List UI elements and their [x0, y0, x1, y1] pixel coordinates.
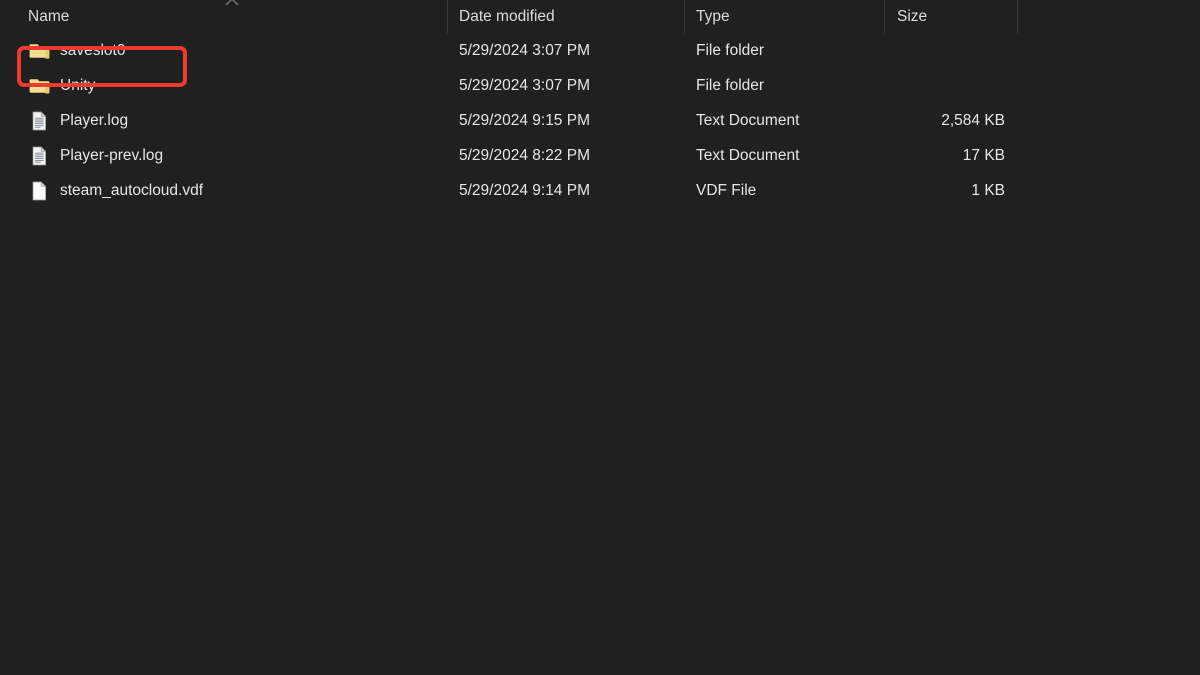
- file-explorer-list-view: Name Date modified Type Size saveslot0 5: [0, 0, 1200, 675]
- file-name[interactable]: saveslot0: [60, 33, 125, 68]
- table-row[interactable]: Player.log 5/29/2024 9:15 PM Text Docume…: [0, 103, 1200, 138]
- file-size: 2,584 KB: [941, 103, 1005, 138]
- text-document-icon: [29, 111, 50, 131]
- file-name[interactable]: Unity: [60, 68, 95, 103]
- file-list: saveslot0 5/29/2024 3:07 PM File folder …: [0, 33, 1200, 208]
- file-name[interactable]: Player-prev.log: [60, 138, 163, 173]
- folder-icon: [29, 41, 50, 61]
- file-type: File folder: [696, 68, 764, 103]
- column-divider[interactable]: [447, 0, 448, 33]
- file-type: Text Document: [696, 103, 799, 138]
- file-size: 1 KB: [971, 173, 1005, 208]
- column-divider[interactable]: [884, 0, 885, 33]
- folder-icon: [29, 76, 50, 96]
- file-type: VDF File: [696, 173, 756, 208]
- text-document-icon: [29, 146, 50, 166]
- column-divider[interactable]: [1017, 0, 1018, 33]
- file-name[interactable]: steam_autocloud.vdf: [60, 173, 203, 208]
- file-date-modified: 5/29/2024 9:15 PM: [459, 103, 590, 138]
- column-header-type[interactable]: Type: [696, 0, 730, 33]
- column-divider[interactable]: [684, 0, 685, 33]
- table-row[interactable]: saveslot0 5/29/2024 3:07 PM File folder: [0, 33, 1200, 68]
- file-date-modified: 5/29/2024 8:22 PM: [459, 138, 590, 173]
- file-date-modified: 5/29/2024 3:07 PM: [459, 68, 590, 103]
- column-header-name[interactable]: Name: [28, 0, 69, 33]
- file-type: Text Document: [696, 138, 799, 173]
- chevron-up-icon: [225, 0, 239, 6]
- file-type: File folder: [696, 33, 764, 68]
- file-name[interactable]: Player.log: [60, 103, 128, 138]
- table-row[interactable]: steam_autocloud.vdf 5/29/2024 9:14 PM VD…: [0, 173, 1200, 208]
- file-date-modified: 5/29/2024 9:14 PM: [459, 173, 590, 208]
- column-header-row: Name Date modified Type Size: [0, 0, 1200, 33]
- file-size: 17 KB: [963, 138, 1005, 173]
- column-header-date-modified[interactable]: Date modified: [459, 0, 555, 33]
- table-row[interactable]: Player-prev.log 5/29/2024 8:22 PM Text D…: [0, 138, 1200, 173]
- generic-file-icon: [29, 181, 50, 201]
- table-row[interactable]: Unity 5/29/2024 3:07 PM File folder: [0, 68, 1200, 103]
- column-header-size[interactable]: Size: [897, 0, 927, 33]
- file-date-modified: 5/29/2024 3:07 PM: [459, 33, 590, 68]
